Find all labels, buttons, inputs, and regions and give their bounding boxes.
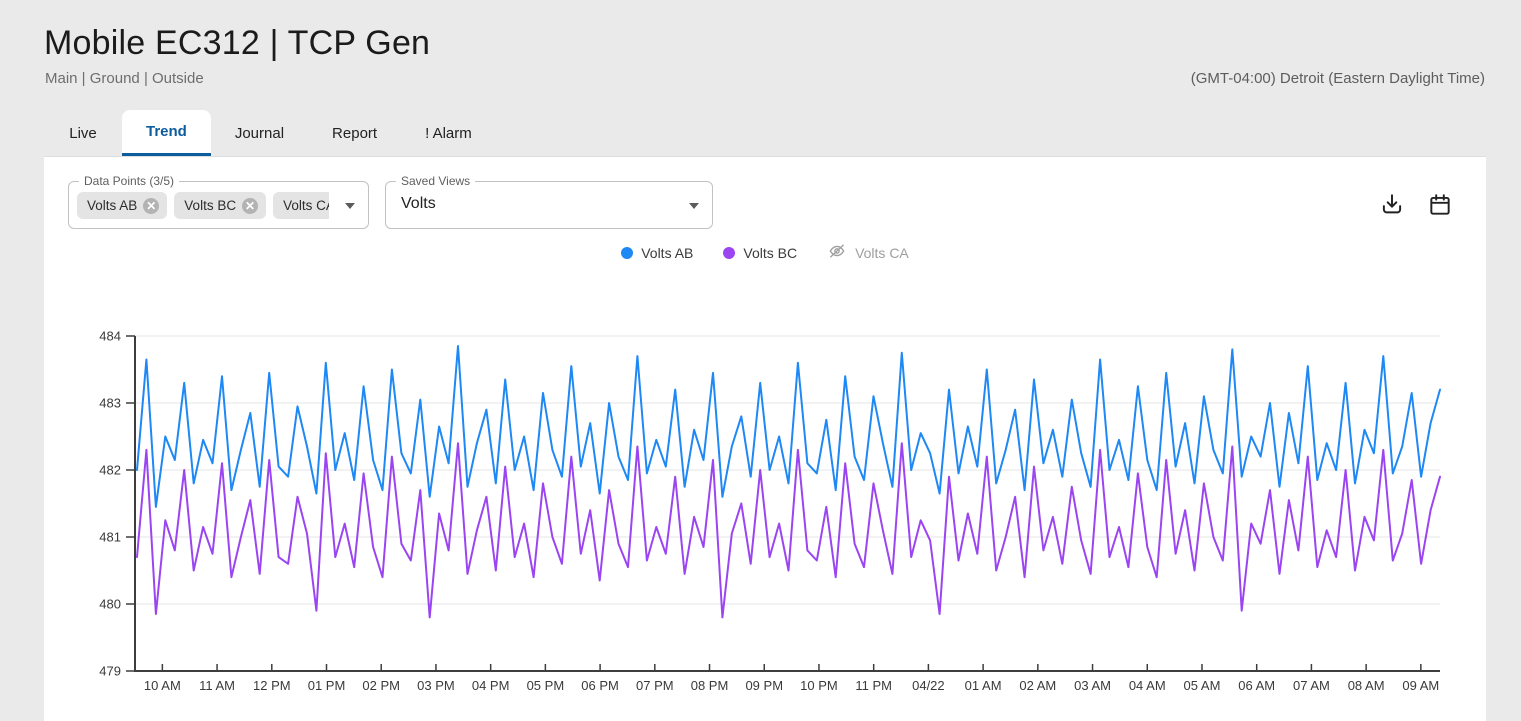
svg-text:479: 479 — [99, 664, 121, 679]
chip-volts-ab-label: Volts AB — [87, 198, 137, 213]
saved-views-label: Saved Views — [396, 174, 475, 188]
svg-text:03 PM: 03 PM — [417, 678, 455, 693]
svg-text:04 AM: 04 AM — [1129, 678, 1166, 693]
chip-volts-ca-label: Volts CA — [283, 198, 329, 213]
tab-alarm[interactable]: ! Alarm — [401, 110, 496, 156]
tab-journal[interactable]: Journal — [211, 110, 308, 156]
svg-text:05 AM: 05 AM — [1184, 678, 1221, 693]
svg-text:06 PM: 06 PM — [581, 678, 619, 693]
download-button[interactable] — [1379, 192, 1405, 218]
legend-item-volts-ab[interactable]: Volts AB — [621, 245, 693, 261]
chip-volts-ab-remove-icon[interactable]: ✕ — [143, 198, 159, 214]
download-icon — [1379, 192, 1405, 218]
svg-text:481: 481 — [99, 530, 121, 545]
chip-volts-bc[interactable]: Volts BC ✕ — [174, 192, 266, 219]
svg-text:484: 484 — [99, 329, 121, 344]
tab-live[interactable]: Live — [44, 110, 122, 156]
data-points-label: Data Points (3/5) — [79, 174, 179, 188]
timezone-label: (GMT-04:00) Detroit (Eastern Daylight Ti… — [1191, 70, 1485, 87]
svg-text:02 PM: 02 PM — [362, 678, 400, 693]
data-points-chips: Volts AB ✕ Volts BC ✕ Volts CA ✕ — [77, 192, 329, 219]
data-points-caret-icon[interactable] — [345, 203, 355, 209]
svg-text:08 AM: 08 AM — [1348, 678, 1385, 693]
svg-text:482: 482 — [99, 463, 121, 478]
svg-text:03 AM: 03 AM — [1074, 678, 1111, 693]
tab-bar: Live Trend Journal Report ! Alarm — [44, 110, 496, 156]
svg-text:12 PM: 12 PM — [253, 678, 291, 693]
legend-item-volts-ca[interactable]: Volts CA — [827, 241, 909, 264]
svg-text:04/22: 04/22 — [912, 678, 945, 693]
chip-volts-bc-label: Volts BC — [184, 198, 236, 213]
svg-text:07 AM: 07 AM — [1293, 678, 1330, 693]
saved-views-value: Volts — [401, 195, 436, 213]
saved-views-select[interactable]: Saved Views Volts — [385, 181, 713, 229]
app-root: { "header": { "title": "Mobile EC312 | T… — [0, 0, 1521, 721]
volts-ab-dot-icon — [621, 247, 633, 259]
data-points-select[interactable]: Data Points (3/5) Volts AB ✕ Volts BC ✕ … — [68, 181, 369, 229]
calendar-icon — [1427, 192, 1453, 218]
chip-volts-ab[interactable]: Volts AB ✕ — [77, 192, 167, 219]
svg-text:10 PM: 10 PM — [800, 678, 838, 693]
svg-text:11 AM: 11 AM — [199, 678, 235, 693]
svg-text:11 PM: 11 PM — [855, 678, 892, 693]
svg-text:02 AM: 02 AM — [1019, 678, 1056, 693]
legend-volts-ab-label: Volts AB — [641, 245, 693, 261]
tab-report[interactable]: Report — [308, 110, 401, 156]
svg-text:08 PM: 08 PM — [691, 678, 729, 693]
tab-trend[interactable]: Trend — [122, 110, 211, 156]
page-title: Mobile EC312 | TCP Gen — [44, 24, 430, 63]
legend-volts-bc-label: Volts BC — [743, 245, 797, 261]
saved-views-caret-icon[interactable] — [689, 203, 699, 209]
eye-off-icon — [827, 241, 847, 264]
chip-volts-ca[interactable]: Volts CA ✕ — [273, 192, 329, 219]
svg-text:480: 480 — [99, 597, 121, 612]
svg-text:01 AM: 01 AM — [965, 678, 1002, 693]
svg-text:10 AM: 10 AM — [144, 678, 181, 693]
legend-volts-ca-label: Volts CA — [855, 245, 909, 261]
volts-bc-dot-icon — [723, 247, 735, 259]
svg-text:04 PM: 04 PM — [472, 678, 510, 693]
trend-chart[interactable]: 479 480 481 482 483 484 10 AM 11 AM 12 PM 01 PM 02… — [60, 326, 1470, 711]
legend-item-volts-bc[interactable]: Volts BC — [723, 245, 797, 261]
chart-legend: Volts AB Volts BC Volts CA — [44, 241, 1486, 264]
date-range-button[interactable] — [1427, 192, 1453, 218]
svg-text:01 PM: 01 PM — [308, 678, 346, 693]
svg-text:09 PM: 09 PM — [745, 678, 783, 693]
svg-text:05 PM: 05 PM — [527, 678, 565, 693]
svg-text:07 PM: 07 PM — [636, 678, 674, 693]
breadcrumb: Main | Ground | Outside — [45, 70, 204, 87]
svg-text:06 AM: 06 AM — [1238, 678, 1275, 693]
chip-volts-bc-remove-icon[interactable]: ✕ — [242, 198, 258, 214]
trend-panel: Data Points (3/5) Volts AB ✕ Volts BC ✕ … — [44, 156, 1486, 721]
svg-text:09 AM: 09 AM — [1402, 678, 1439, 693]
svg-text:483: 483 — [99, 396, 121, 411]
trend-chart-svg: 479 480 481 482 483 484 10 AM 11 AM 12 PM 01 PM 02… — [60, 326, 1470, 711]
